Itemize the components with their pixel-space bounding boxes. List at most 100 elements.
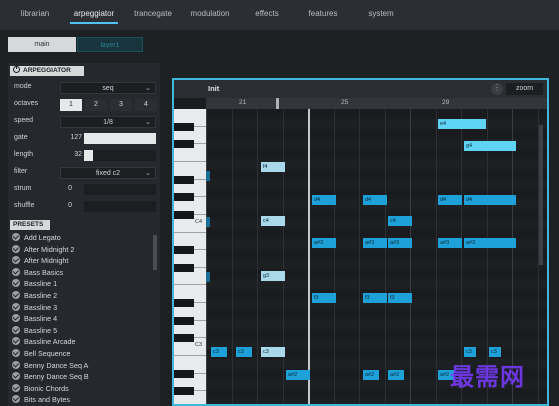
note-block[interactable]: c4 (388, 216, 412, 226)
note-block[interactable]: c3 (211, 347, 227, 357)
note-block[interactable]: f3 (312, 293, 336, 303)
note-block[interactable]: a#2 (286, 370, 310, 380)
note-block[interactable]: g4 (464, 141, 516, 151)
filter-dropdown[interactable]: fixed c2 ⌄ (60, 167, 156, 179)
note-block[interactable]: a#3 (363, 238, 387, 248)
preset-item[interactable]: Bassline 4 (12, 314, 57, 325)
tab-librarian[interactable]: librarian (14, 7, 56, 21)
note-block[interactable]: a#2 (388, 370, 404, 380)
note-block[interactable] (206, 171, 210, 181)
black-key[interactable] (174, 210, 194, 219)
tab-trancegate[interactable]: trancegate (132, 7, 174, 21)
note-block[interactable]: c3 (261, 347, 285, 357)
note-block[interactable]: f4 (261, 162, 285, 172)
preset-item[interactable]: Add Legato (12, 233, 61, 244)
preset-item[interactable]: Bassline 2 (12, 291, 57, 302)
preset-item[interactable]: After Midnight (12, 256, 68, 267)
length-value: 32 (74, 151, 82, 158)
preset-item[interactable]: After Midnight 2 (12, 244, 74, 256)
black-key[interactable] (174, 175, 194, 184)
note-block[interactable]: a#3 (388, 238, 412, 248)
bar-ruler[interactable]: 21 25 29 (206, 98, 547, 109)
black-key[interactable] (174, 263, 194, 272)
note-block[interactable]: a#3 (438, 238, 462, 248)
editor-scrollbar[interactable] (539, 125, 543, 265)
note-block[interactable]: a#3 (464, 238, 516, 248)
preset-name: Bassline 3 (24, 302, 58, 312)
tab-modulation[interactable]: modulation (188, 7, 232, 21)
octave-1-button[interactable]: 1 (60, 99, 82, 111)
gate-slider[interactable] (84, 133, 156, 144)
layer-tab-bar: main layer1 (0, 30, 559, 60)
preset-item[interactable]: Bell Sequence (12, 349, 70, 360)
power-icon[interactable] (13, 65, 20, 73)
note-block[interactable]: e4 (438, 119, 486, 129)
length-label: length (14, 151, 34, 158)
preset-item[interactable]: Benny Dance Seq A (12, 360, 88, 372)
grid-line (231, 109, 233, 404)
note-block[interactable] (206, 272, 210, 282)
black-key[interactable] (174, 246, 194, 255)
filter-label: filter (14, 168, 28, 175)
note-block[interactable]: c4 (261, 216, 285, 226)
length-slider-fill (84, 150, 93, 161)
note-block[interactable]: c3 (236, 347, 252, 357)
black-key[interactable] (174, 387, 194, 396)
note-block[interactable]: g3 (261, 271, 285, 281)
preset-item[interactable]: Benny Dance Seq B (12, 372, 89, 383)
strum-slider[interactable] (84, 184, 156, 195)
note-block[interactable] (206, 217, 210, 227)
tab-main[interactable]: main (8, 37, 76, 52)
more-options-icon[interactable]: ⋮ (491, 83, 503, 95)
preset-item[interactable]: Bassline Arcade (12, 337, 76, 348)
note-block[interactable]: d4 (312, 195, 336, 205)
black-key[interactable] (174, 334, 194, 343)
preset-name: After Midnight (24, 256, 69, 266)
tab-arpeggiator[interactable]: arpeggiator (70, 7, 118, 24)
octave-4-button[interactable]: 4 (135, 99, 157, 111)
tab-system[interactable]: system (366, 7, 396, 21)
tab-features[interactable]: features (306, 7, 340, 21)
preset-item[interactable]: Bass Basics (12, 267, 63, 279)
note-block[interactable]: c3 (464, 347, 476, 357)
zoom-button[interactable]: zoom (506, 83, 543, 95)
mode-value: seq (102, 85, 114, 92)
black-key[interactable] (174, 299, 194, 308)
preset-name: Bassline 1 (24, 279, 58, 289)
length-slider[interactable] (84, 150, 156, 161)
preset-item[interactable]: Bassline 1 (12, 279, 57, 290)
note-block[interactable]: d4 (438, 195, 462, 205)
black-key[interactable] (174, 316, 194, 325)
preset-scrollbar[interactable] (153, 235, 157, 270)
tab-effects[interactable]: effects (252, 7, 282, 21)
mode-dropdown[interactable]: seq ⌄ (60, 82, 156, 94)
speed-dropdown[interactable]: 1/8 ⌄ (60, 116, 156, 128)
octave-3-button[interactable]: 3 (110, 99, 132, 111)
piano-keyboard[interactable]: C4 C3 (174, 109, 206, 404)
note-block[interactable]: c3 (489, 347, 501, 357)
black-key[interactable] (174, 193, 194, 202)
note-block[interactable]: a#3 (312, 238, 336, 248)
note-block[interactable]: f3 (363, 293, 387, 303)
note-block[interactable]: d4 (464, 195, 516, 205)
note-block[interactable]: f3 (388, 293, 412, 303)
black-key[interactable] (174, 369, 194, 378)
preset-item[interactable]: Bassline 3 (12, 302, 58, 314)
shuffle-slider[interactable] (84, 201, 156, 212)
tab-layer1[interactable]: layer1 (77, 37, 143, 52)
note-block[interactable]: d4 (363, 195, 387, 205)
octave-2-button[interactable]: 2 (85, 99, 107, 111)
black-key[interactable] (174, 140, 194, 149)
note-block[interactable]: a#2 (363, 370, 379, 380)
arpeggiator-title: ARPEGGIATOR (23, 67, 71, 74)
preset-item[interactable]: Bits and Bytes (12, 395, 70, 406)
black-key[interactable] (174, 122, 194, 131)
preset-name: Bell Sequence (24, 349, 71, 358)
grid-line (410, 109, 411, 404)
octaves-label: octaves (14, 100, 39, 107)
preset-item[interactable]: Bassline 5 (12, 325, 57, 337)
key-label: C3 (195, 342, 203, 349)
preset-item[interactable]: Bionic Chords (12, 383, 69, 395)
playhead[interactable] (308, 109, 310, 404)
playhead-marker[interactable] (276, 98, 279, 109)
